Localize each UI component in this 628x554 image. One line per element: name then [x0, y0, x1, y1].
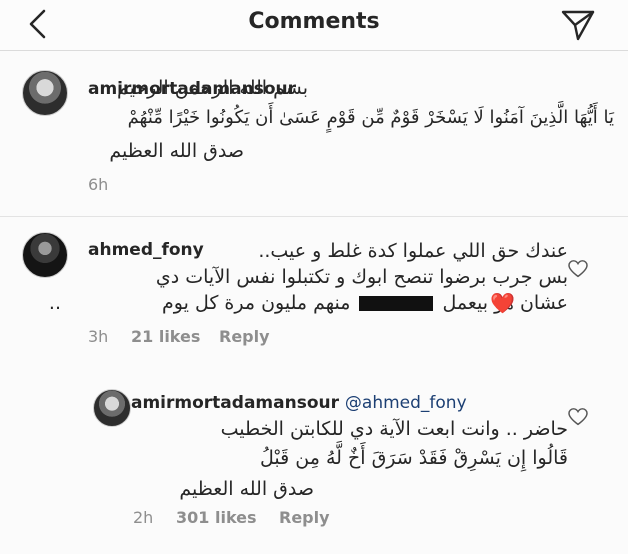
reply-button[interactable]: Reply — [219, 327, 270, 346]
caption-line-1: بسم الله الرحمن الرحيم — [117, 77, 308, 99]
mention-link[interactable]: @ahmed_fony — [345, 393, 467, 413]
reply-line-1: حاضر .. وانت ابعت الآية دي للكابتن الخطي… — [220, 418, 568, 440]
heart-outline-icon[interactable] — [568, 260, 588, 278]
avatar[interactable] — [93, 389, 131, 427]
likes-count[interactable]: 21 likes — [131, 327, 200, 346]
page-title: Comments — [248, 9, 380, 34]
comment-line-1: عندك حق اللي عملوا كدة غلط و عيب.. — [258, 240, 568, 262]
caption-timestamp: 6h — [88, 175, 109, 194]
heart-outline-icon[interactable] — [568, 408, 588, 426]
comment-text-part: منهم مليون مرة كل يوم — [162, 292, 351, 314]
likes-count[interactable]: 301 likes — [176, 508, 257, 527]
red-heart-icon: ❤️ — [490, 291, 515, 315]
redaction-block — [359, 296, 434, 311]
caption-line-2: يَا أَيُّهَا الَّذِينَ آمَنُوا لَا يَسْخ… — [127, 107, 614, 128]
reply-line-3: صدق الله العظيم — [179, 478, 314, 500]
header: Comments — [0, 0, 628, 51]
divider — [0, 216, 628, 217]
comment-dots: .. — [48, 292, 61, 314]
caption-line-3: صدق الله العظيم — [109, 140, 244, 162]
paper-plane-icon[interactable] — [560, 8, 596, 42]
reply-timestamp: 2h — [133, 508, 154, 527]
comment-timestamp: 3h — [88, 327, 109, 346]
comment-line-2: بس جرب برضوا تنصح ابوك و تكتبلوا نفس الآ… — [155, 266, 568, 288]
reply-button[interactable]: Reply — [279, 508, 330, 527]
comment-username[interactable]: ahmed_fony — [88, 240, 204, 260]
avatar[interactable] — [22, 70, 68, 116]
avatar[interactable] — [22, 232, 68, 278]
reply-username[interactable]: amirmortadamansour @ahmed_fony — [131, 393, 467, 413]
reply-line-2: قَالُوا إِن يَسْرِقْ فَقَدْ سَرَقَ أَخٌ … — [260, 447, 568, 469]
